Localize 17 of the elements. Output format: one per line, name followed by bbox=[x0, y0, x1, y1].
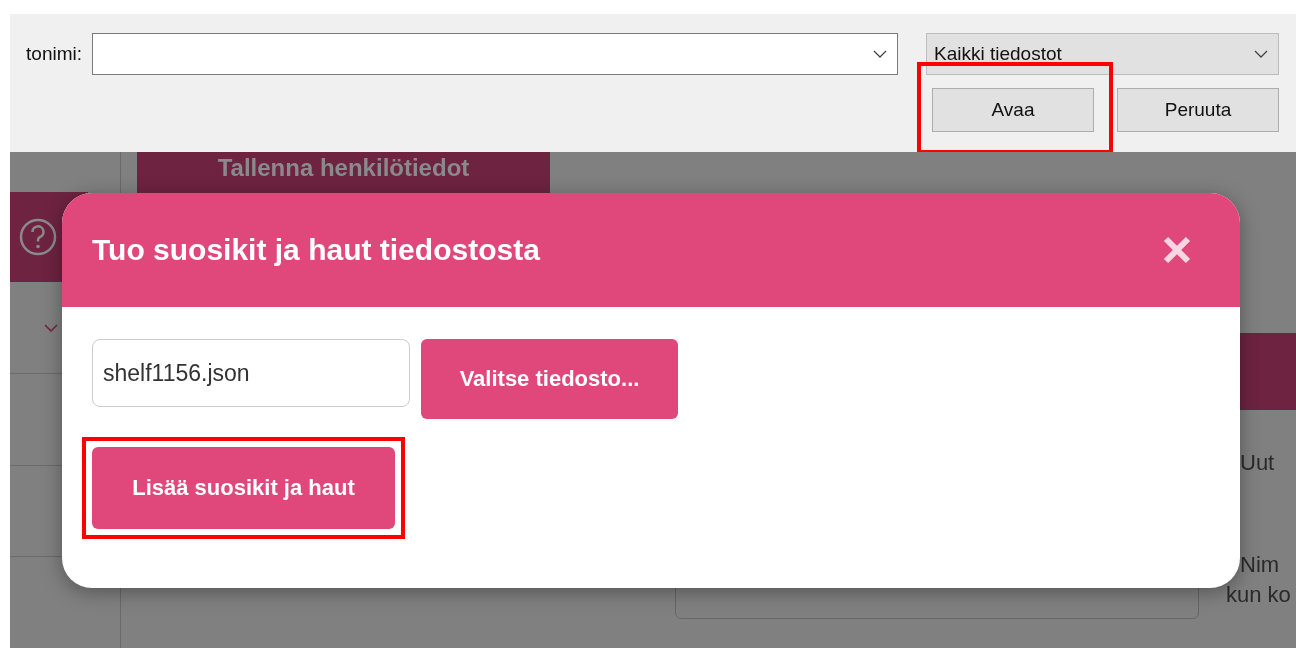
dialog-button[interactable]: Avaa bbox=[932, 88, 1094, 132]
chevron-down-icon bbox=[1254, 50, 1268, 58]
help-icon[interactable] bbox=[18, 216, 58, 257]
choose-file-button[interactable]: Valitse tiedosto... bbox=[421, 339, 678, 419]
dialog-button[interactable]: Peruuta bbox=[1117, 88, 1279, 132]
chevron-down-icon[interactable] bbox=[44, 324, 58, 333]
option-note: kun ko bbox=[1226, 582, 1292, 608]
filename-field[interactable] bbox=[92, 33, 898, 75]
add-button[interactable]: Lisää suosikit ja haut bbox=[92, 447, 395, 529]
filename-label: tonimi: bbox=[25, 43, 82, 65]
file-type-dropdown[interactable]: Kaikki tiedostot bbox=[926, 33, 1279, 75]
modal-title: Tuo suosikit ja haut tiedostosta bbox=[92, 233, 540, 267]
chevron-down-icon bbox=[873, 50, 887, 58]
option-label: Uut bbox=[1240, 450, 1275, 476]
option-label: Nim bbox=[1240, 552, 1280, 578]
close-icon[interactable] bbox=[1162, 235, 1192, 265]
file-name-field[interactable]: shelf1156.json bbox=[92, 339, 410, 407]
